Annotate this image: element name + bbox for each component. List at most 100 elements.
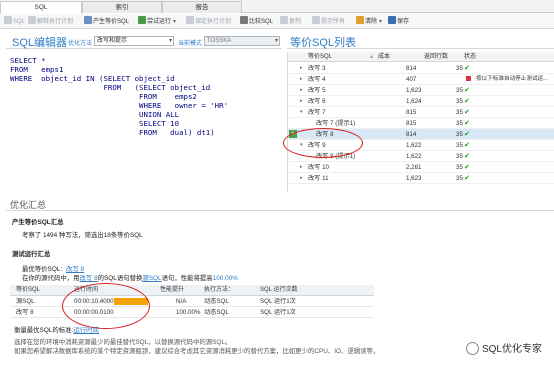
run-sql-name: 改写 8 (16, 309, 34, 316)
row-cost: 814 (406, 65, 417, 72)
highlight-circle (283, 128, 363, 158)
run-count: SQL 运行1次 (260, 298, 296, 305)
row-returned: 35 (456, 120, 463, 127)
footer-line-3: 如果您希望解决数据库系统的某个特定资源瓶颈，建议综合考虑其它资源消耗更少的替代方… (14, 348, 380, 355)
row-cost: 814 (406, 131, 417, 138)
toolbar: SQL 解释执行计划 产生等价SQL 尝试运行 ▾ 调定执行计划 比较SQL 复制… (0, 14, 554, 29)
runtime-link[interactable]: 运行时间 (73, 327, 99, 334)
check-icon: ✔ (464, 175, 470, 182)
tab-index[interactable]: 索引 (82, 1, 162, 13)
check-icon: ✔ (464, 87, 470, 94)
row-returned: 35 (456, 131, 463, 138)
source-sql-link[interactable]: 源SQL (142, 275, 161, 282)
expand-icon[interactable]: ▸ (300, 173, 303, 184)
check-icon: ✔ (464, 164, 470, 171)
equivalent-sql-title: 等价SQL列表 (290, 37, 357, 49)
lock-icon (186, 16, 194, 24)
explain-plan-button[interactable]: 解释执行计划 (28, 16, 73, 27)
tab-sql[interactable]: SQL (0, 1, 82, 14)
grid-row[interactable]: ▸ 改写 10 2,261 35 ✔ (288, 162, 554, 173)
gen-heading: 产生等价SQL汇总 (12, 219, 64, 226)
save-button[interactable]: 保存 (388, 16, 409, 27)
expand-icon[interactable]: ▸ (300, 96, 303, 107)
toolbar-sql-button[interactable]: SQL (4, 16, 25, 27)
code-line: FROM (SELECT object_id (10, 83, 211, 92)
grid-header: 等价SQL ▴ 成本 返回行数 状态 (288, 52, 554, 62)
code-line: FROM emps2 (10, 92, 197, 101)
row-cost: 407 (406, 76, 417, 83)
show-all-button[interactable]: 提示所有 (312, 16, 345, 27)
grid-row[interactable]: ▸ 改写 6 1,624 35 ✔ (288, 96, 554, 107)
watermark: SQL优化专家 (465, 340, 542, 355)
code-line: FROM emps1 (10, 65, 64, 74)
best-sql-link[interactable]: 改写 8 (66, 264, 84, 273)
test-run-header: 等价SQL 运行时间 性能提升 执行方法： SQL 运行次数 (10, 285, 374, 296)
col-header-status[interactable]: 状态 (464, 52, 476, 62)
run-method: 动态SQL (204, 298, 229, 305)
code-line: SELECT * (10, 56, 46, 65)
run-method: 动态SQL (204, 309, 229, 316)
check-icon: ✔ (464, 142, 470, 149)
expand-icon[interactable]: ▸ (300, 74, 303, 85)
plan-icon (28, 16, 36, 24)
col-header-sql[interactable]: 等价SQL (308, 52, 332, 62)
grid-row[interactable]: ▸ 改写 5 1,623 35 ✔ (288, 85, 554, 96)
code-line: FROM dual) dt1) (10, 128, 215, 137)
save-icon (388, 16, 396, 24)
method-select[interactable]: 改写和提示 ▾ (94, 36, 174, 46)
row-cost: 1,623 (406, 87, 422, 94)
row-note: 按以下标准自动停止测试运... (476, 76, 548, 82)
run-icon (138, 16, 146, 24)
col-header-cost[interactable]: 成本 (378, 52, 390, 62)
row-name: 改写 3 (308, 65, 326, 72)
generate-equivalent-button[interactable]: 产生等价SQL (84, 16, 129, 27)
code-line: SELECT 10 (10, 119, 180, 128)
row-returned: 35 (456, 87, 463, 94)
expand-icon[interactable]: ▸ (300, 162, 303, 173)
expand-icon[interactable]: ▸ (300, 85, 303, 96)
col-header-rows[interactable]: 返回行数 (424, 52, 448, 62)
code-line: WHERE object_id IN (SELECT object_id (10, 74, 175, 83)
code-line: WHERE owner = 'HR' (10, 101, 229, 110)
show-all-icon (312, 16, 320, 24)
compare-sentence: 在你的源代码中，用改写 8的SQL语句替换源SQL语句，性能将提高100.00% (22, 275, 238, 282)
row-returned: 35 (456, 142, 463, 149)
clear-button[interactable]: 清除 ▾ (356, 16, 382, 27)
sql-editor[interactable]: SELECT * FROM emps1 WHERE object_id IN (… (6, 52, 282, 192)
rewrite-link[interactable]: 改写 8 (80, 275, 98, 282)
copy-icon (280, 16, 288, 24)
highlight-circle (62, 283, 150, 329)
row-cost: 2,261 (406, 164, 422, 171)
footer-line-2: 选择在您的环境中消耗资源最少的最佳替代SQL，以替换源代码中的源SQL。 (14, 339, 232, 346)
generate-icon (84, 16, 92, 24)
test-heading: 测试运行汇总 (12, 251, 51, 258)
criteria-line: 衡量最优SQL的标准:运行时间 (14, 327, 99, 334)
compare-sql-button[interactable]: 比较SQL (240, 16, 273, 27)
top-tab-bar: SQL 索引 报告 (0, 0, 554, 14)
summary-header: 优化汇总 (6, 196, 554, 211)
grid-row[interactable]: ▸ 改写 3 814 35 ✔ (288, 63, 554, 74)
row-name: 改写 5 (308, 87, 326, 94)
sort-icon: ▴ (370, 54, 374, 60)
method-label: 优化方法 (68, 41, 93, 47)
tab-report[interactable]: 报告 (162, 1, 242, 13)
row-name: 改写 7 (308, 109, 326, 116)
summary-title: 优化汇总 (10, 200, 47, 210)
mode-select[interactable]: TOSSKA ▾ (204, 36, 280, 46)
grid-row[interactable]: ▸ 改写 11 1,623 35 ✔ (288, 173, 554, 184)
wechat-icon (465, 342, 479, 355)
sql-editor-header: SQL编辑器 优化方法 改写和提示 ▾ 当前模式 TOSSKA ▾ (6, 32, 282, 49)
test-run-button[interactable]: 尝试运行 ▾ (138, 16, 176, 27)
check-icon: ✔ (464, 120, 470, 127)
error-icon (466, 74, 471, 85)
expand-icon[interactable]: ▾ (300, 107, 303, 118)
grid-row[interactable]: ▾ 改写 7 815 35 ✔ (288, 107, 554, 118)
run-gain: 100.00% (176, 309, 201, 316)
lock-plan-button[interactable]: 调定执行计划 (186, 16, 231, 27)
check-icon: ✔ (464, 153, 470, 160)
copy-button[interactable]: 复制 (280, 16, 301, 27)
expand-icon[interactable]: ▸ (300, 63, 303, 74)
mode-label: 当前模式 (178, 41, 203, 47)
check-icon: ✔ (464, 109, 470, 116)
grid-row[interactable]: ▸ 改写 4 407 按以下标准自动停止测试运... (288, 74, 554, 85)
